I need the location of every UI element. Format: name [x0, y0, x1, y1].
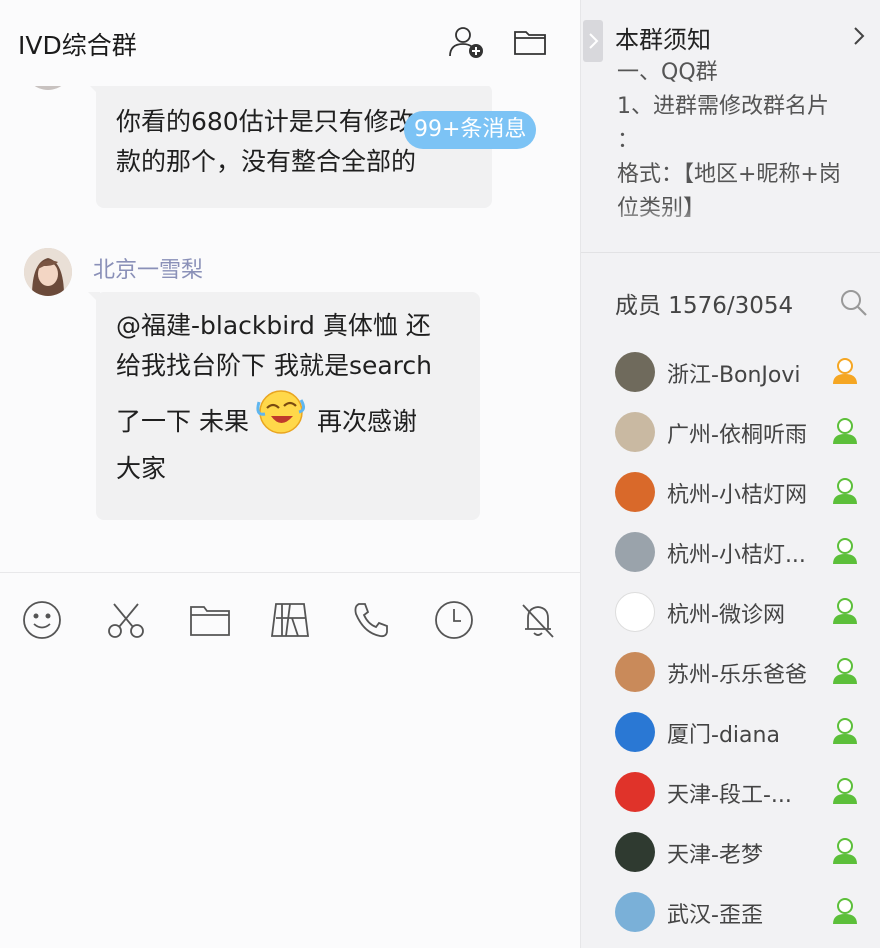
- member-role-icon: [831, 776, 859, 806]
- avatar[interactable]: [615, 652, 655, 692]
- laughing-crying-emoji-icon: [255, 386, 307, 436]
- member-name: 广州-依桐听雨: [667, 423, 807, 448]
- member-row[interactable]: 天津-段工-...: [581, 762, 880, 822]
- member-row[interactable]: 广州-依桐听雨: [581, 402, 880, 462]
- smiley-icon: [23, 601, 61, 639]
- avatar[interactable]: [615, 712, 655, 752]
- member-role-icon: [831, 536, 859, 566]
- call-button[interactable]: [346, 596, 394, 644]
- member-name: 厦门-diana: [667, 723, 780, 748]
- member-role-icon: [831, 476, 859, 506]
- member-name: 杭州-小桔灯...: [667, 543, 806, 568]
- message-line: 了一下 未果 再次感谢: [116, 386, 460, 449]
- member-row[interactable]: 厦门-diana: [581, 702, 880, 762]
- member-name: 杭州-微诊网: [667, 603, 785, 628]
- member-name: 武汉-歪歪: [667, 903, 763, 928]
- member-name: 浙江-BonJovi: [667, 363, 801, 388]
- add-person-icon: [449, 27, 483, 58]
- notice-line: 1、进群需修改群名片: [617, 94, 829, 119]
- member-role-icon: [831, 596, 859, 626]
- member-role-icon: [831, 416, 859, 446]
- chat-header: IVD综合群: [0, 0, 580, 86]
- member-row[interactable]: 杭州-微诊网: [581, 582, 880, 642]
- notice-line: 一、QQ群: [617, 60, 718, 85]
- avatar[interactable]: [615, 892, 655, 932]
- folder-icon: [514, 31, 546, 55]
- member-row[interactable]: 天津-老梦: [581, 822, 880, 882]
- avatar[interactable]: [615, 832, 655, 872]
- add-member-button[interactable]: [446, 22, 486, 62]
- sender-name[interactable]: 北京一雪梨: [93, 252, 203, 284]
- group-title: IVD综合群: [18, 31, 137, 60]
- collapse-panel-button[interactable]: [583, 20, 603, 62]
- members-count-label: 成员 1576/3054: [615, 293, 794, 319]
- divider: [581, 252, 880, 253]
- qq-group-chat-window: 你看的680估计是只有修改 款的那个，没有整合全部的 99+条消息 北京一雪梨 …: [0, 0, 880, 948]
- message-line: @福建-blackbird 真体恤 还: [116, 311, 431, 340]
- member-row[interactable]: 武汉-歪歪: [581, 882, 880, 942]
- chevron-right-icon[interactable]: [847, 24, 871, 48]
- group-files-button[interactable]: [510, 22, 550, 62]
- emoji-button[interactable]: [18, 596, 66, 644]
- member-row[interactable]: 浙江-BonJovi: [581, 342, 880, 402]
- member-name: 天津-段工-...: [667, 783, 792, 808]
- member-name: 天津-老梦: [667, 843, 763, 868]
- history-button[interactable]: [430, 596, 478, 644]
- input-toolbar: [0, 590, 580, 650]
- member-name: 杭州-小桔灯网: [667, 483, 807, 508]
- message-text: 再次感谢: [316, 407, 417, 436]
- avatar[interactable]: [615, 472, 655, 512]
- admin-role-icon: [831, 356, 859, 386]
- group-info-panel: 本群须知 一、QQ群 1、进群需修改群名片 ： 格式：【地区+昵称+岗 位类别】…: [580, 0, 880, 948]
- avatar[interactable]: [615, 772, 655, 812]
- chevron-right-icon: [589, 33, 599, 49]
- member-role-icon: [831, 716, 859, 746]
- message-line: 给我找台阶下 我就是search: [116, 351, 432, 380]
- divider: [0, 572, 580, 573]
- notice-line: 格式：【地区+昵称+岗: [617, 162, 841, 187]
- avatar[interactable]: [24, 248, 72, 296]
- screenshot-cut-button[interactable]: [102, 596, 150, 644]
- search-icon: [841, 290, 867, 316]
- screenshot-icon: [270, 603, 310, 637]
- message-text: 了一下 未果: [116, 407, 249, 436]
- member-search-button[interactable]: [839, 288, 869, 318]
- notice-line: ：: [617, 128, 640, 153]
- bell-off-icon: [522, 604, 554, 638]
- group-notice-title[interactable]: 本群须知: [615, 20, 711, 55]
- member-role-icon: [831, 656, 859, 686]
- chat-panel: 你看的680估计是只有修改 款的那个，没有整合全部的 99+条消息 北京一雪梨 …: [0, 0, 580, 948]
- unread-messages-badge[interactable]: 99+条消息: [404, 111, 537, 149]
- message-line: 大家: [116, 454, 167, 483]
- avatar[interactable]: [615, 352, 655, 392]
- member-role-icon: [831, 836, 859, 866]
- member-row[interactable]: 杭州-小桔灯网: [581, 462, 880, 522]
- member-name: 苏州-乐乐爸爸: [667, 663, 807, 688]
- avatar[interactable]: [615, 532, 655, 572]
- member-role-icon: [831, 896, 859, 926]
- clock-icon: [435, 601, 473, 639]
- image-button[interactable]: [266, 596, 314, 644]
- mute-button[interactable]: [514, 596, 562, 644]
- message-bubble[interactable]: @福建-blackbird 真体恤 还 给我找台阶下 我就是search 了一下…: [88, 292, 480, 520]
- avatar[interactable]: [615, 592, 655, 632]
- notice-fade: [581, 206, 879, 236]
- member-row[interactable]: 杭州-小桔灯...: [581, 522, 880, 582]
- phone-icon: [354, 603, 388, 638]
- scissors-icon: [108, 603, 144, 638]
- send-file-button[interactable]: [186, 596, 234, 644]
- folder-icon: [190, 606, 230, 636]
- member-row[interactable]: 苏州-乐乐爸爸: [581, 642, 880, 702]
- avatar[interactable]: [615, 412, 655, 452]
